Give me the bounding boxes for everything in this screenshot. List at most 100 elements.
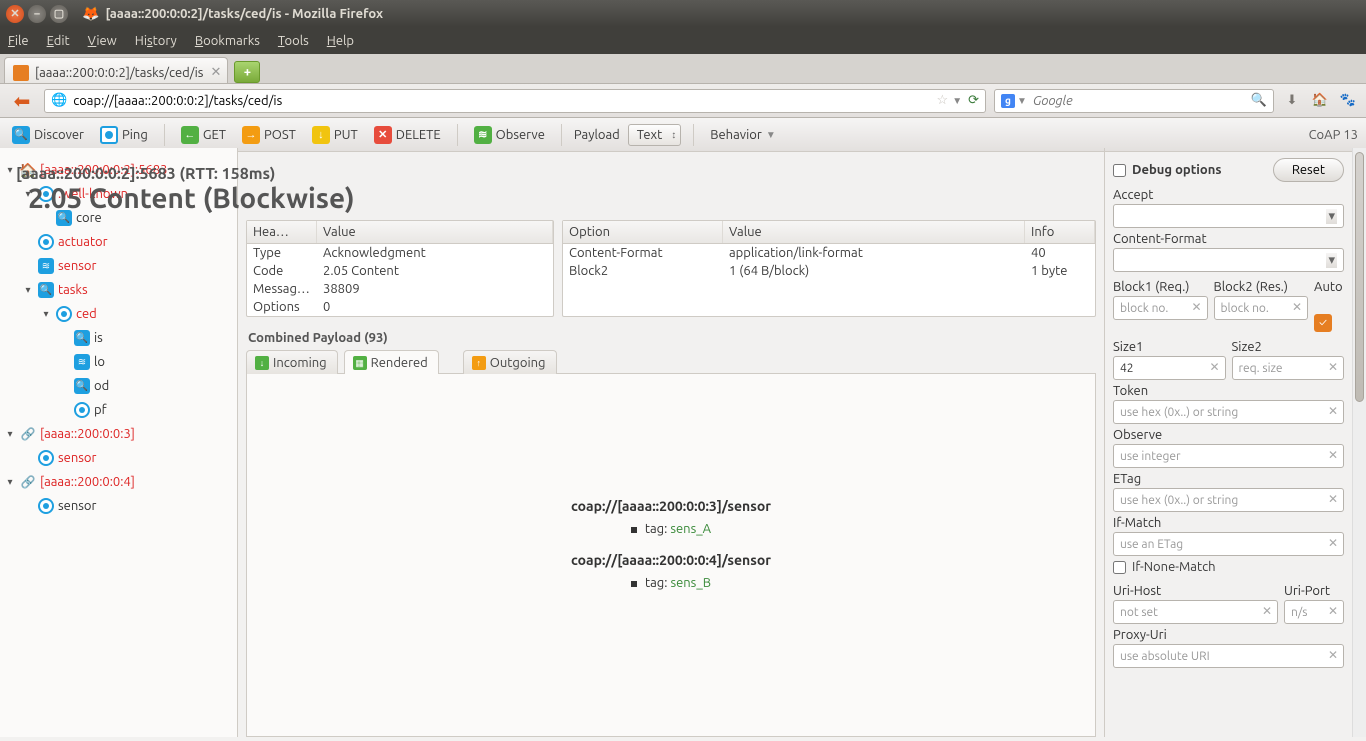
reset-button[interactable]: Reset bbox=[1273, 158, 1344, 182]
get-button[interactable]: ←GET bbox=[177, 124, 230, 146]
clear-icon[interactable]: ✕ bbox=[1209, 360, 1219, 374]
window-maximize-button[interactable]: ▢ bbox=[50, 5, 68, 23]
rss-icon: ≋ bbox=[74, 354, 90, 370]
menu-file[interactable]: File bbox=[8, 34, 29, 48]
tree-item[interactable]: ▾🔗[aaaa::200:0:0:3] bbox=[0, 422, 237, 446]
tree-item[interactable]: 🔍od bbox=[0, 374, 237, 398]
tab-favicon bbox=[13, 65, 29, 81]
th-value[interactable]: Value bbox=[317, 221, 553, 243]
search-icon[interactable]: 🔍 bbox=[1251, 93, 1267, 108]
url-dropdown-icon[interactable]: ▼ bbox=[952, 95, 962, 107]
payload-format-select[interactable]: Text bbox=[628, 124, 681, 146]
clear-icon[interactable]: ✕ bbox=[1191, 300, 1201, 314]
url-box[interactable]: 🌐 ☆ ▼ ⟳ bbox=[44, 89, 986, 113]
clear-icon[interactable]: ✕ bbox=[1328, 648, 1338, 662]
tree-item[interactable]: sensor bbox=[0, 494, 237, 518]
menu-history[interactable]: History bbox=[135, 34, 177, 48]
cell: 38809 bbox=[317, 280, 553, 298]
debug-options-checkbox[interactable] bbox=[1113, 164, 1126, 177]
search-box[interactable]: g ▼ 🔍 bbox=[994, 89, 1274, 113]
tree-item[interactable]: ≋sensor bbox=[0, 254, 237, 278]
ping-button[interactable]: Ping bbox=[96, 124, 152, 146]
menu-view[interactable]: View bbox=[88, 34, 117, 48]
clear-icon[interactable]: ✕ bbox=[1328, 448, 1338, 462]
th-info[interactable]: Info bbox=[1025, 221, 1095, 243]
rendered-icon: ▦ bbox=[353, 356, 367, 370]
back-button[interactable]: ⬅ bbox=[8, 87, 36, 115]
post-button[interactable]: →POST bbox=[238, 124, 300, 146]
tree-item[interactable]: pf bbox=[0, 398, 237, 422]
tab-close-icon[interactable]: ✕ bbox=[210, 65, 221, 80]
urihost-input[interactable] bbox=[1113, 600, 1278, 624]
payload-link[interactable]: coap://[aaaa::200:0:0:3]/sensor bbox=[571, 498, 771, 514]
menu-tools[interactable]: Tools bbox=[278, 34, 309, 48]
window-minimize-button[interactable]: – bbox=[28, 5, 46, 23]
th-header[interactable]: Hea… bbox=[247, 221, 317, 243]
twisty-icon[interactable]: ▾ bbox=[4, 476, 16, 488]
tree-item[interactable]: ▾🔗[aaaa::200:0:0:4] bbox=[0, 470, 237, 494]
search-engine-dropdown-icon[interactable]: ▼ bbox=[1017, 95, 1027, 107]
behavior-menu[interactable]: Behavior ▼ bbox=[706, 126, 779, 144]
ifnonematch-checkbox[interactable] bbox=[1113, 561, 1126, 574]
resource-tree[interactable]: ▾🏠[aaaa::200:0:0:2]:5683▾.well-known🔍cor… bbox=[0, 148, 238, 737]
twisty-icon[interactable]: ▾ bbox=[22, 284, 34, 296]
right-scrollbar[interactable] bbox=[1352, 148, 1366, 737]
th-option[interactable]: Option bbox=[563, 221, 723, 243]
clear-icon[interactable]: ✕ bbox=[1292, 300, 1302, 314]
ping-icon bbox=[100, 126, 118, 144]
clear-icon[interactable]: ✕ bbox=[1328, 360, 1338, 374]
browser-tab[interactable]: [aaaa::200:0:0:2]/tasks/ced/is ✕ bbox=[4, 57, 228, 83]
tree-item[interactable]: ▾🔍tasks bbox=[0, 278, 237, 302]
tree-item[interactable]: ≋lo bbox=[0, 350, 237, 374]
block2-label: Block2 (Res.) bbox=[1214, 280, 1309, 294]
menu-edit[interactable]: Edit bbox=[47, 34, 70, 48]
downloads-icon[interactable]: ⬇ bbox=[1282, 91, 1302, 111]
search-input[interactable] bbox=[1033, 94, 1251, 108]
menu-help[interactable]: Help bbox=[327, 34, 354, 48]
tree-label: od bbox=[94, 379, 109, 393]
urihost-label: Uri-Host bbox=[1113, 584, 1278, 598]
observe-input[interactable] bbox=[1113, 444, 1344, 468]
ifmatch-input[interactable] bbox=[1113, 532, 1344, 556]
tree-item[interactable]: 🔍is bbox=[0, 326, 237, 350]
home-icon[interactable]: 🏠 bbox=[1310, 91, 1330, 111]
window-close-button[interactable]: ✕ bbox=[6, 5, 24, 23]
observe-label: Observe bbox=[1113, 428, 1344, 442]
delete-button[interactable]: ✕DELETE bbox=[370, 124, 445, 146]
reload-icon[interactable]: ⟳ bbox=[968, 93, 979, 108]
observe-button[interactable]: ≋Observe bbox=[470, 124, 549, 146]
menubar: File Edit View History Bookmarks Tools H… bbox=[0, 27, 1366, 54]
etag-input[interactable] bbox=[1113, 488, 1344, 512]
tab-rendered[interactable]: ▦Rendered bbox=[344, 350, 439, 374]
headers-table: Hea… Value TypeAcknowledgmentCode2.05 Co… bbox=[246, 220, 554, 317]
url-input[interactable] bbox=[73, 94, 936, 108]
clear-icon[interactable]: ✕ bbox=[1328, 536, 1338, 550]
scrollbar-thumb[interactable] bbox=[1355, 152, 1364, 402]
clear-icon[interactable]: ✕ bbox=[1262, 604, 1272, 618]
clear-icon[interactable]: ✕ bbox=[1328, 492, 1338, 506]
th-value[interactable]: Value bbox=[723, 221, 1025, 243]
put-button[interactable]: ↓PUT bbox=[308, 124, 362, 146]
discover-button[interactable]: 🔍Discover bbox=[8, 124, 88, 146]
auto-checkbox[interactable]: ✓ bbox=[1314, 314, 1332, 332]
payload-link[interactable]: coap://[aaaa::200:0:0:4]/sensor bbox=[571, 552, 771, 568]
new-tab-button[interactable]: + bbox=[234, 61, 260, 83]
proxyuri-input[interactable] bbox=[1113, 644, 1344, 668]
clear-icon[interactable]: ✕ bbox=[1328, 404, 1338, 418]
clear-icon[interactable]: ✕ bbox=[1328, 604, 1338, 618]
tab-outgoing[interactable]: ↑Outgoing bbox=[463, 350, 557, 374]
token-input[interactable] bbox=[1113, 400, 1344, 424]
tree-item[interactable]: actuator bbox=[0, 230, 237, 254]
accept-select[interactable] bbox=[1113, 204, 1344, 228]
auto-label: Auto bbox=[1314, 280, 1344, 294]
addon-icon[interactable]: 🐾 bbox=[1338, 91, 1358, 111]
bookmark-star-icon[interactable]: ☆ bbox=[937, 93, 949, 108]
tree-item[interactable]: sensor bbox=[0, 446, 237, 470]
outgoing-icon: ↑ bbox=[472, 356, 486, 370]
twisty-icon[interactable]: ▾ bbox=[40, 308, 52, 320]
tree-item[interactable]: ▾ced bbox=[0, 302, 237, 326]
content-format-select[interactable] bbox=[1113, 248, 1344, 272]
menu-bookmarks[interactable]: Bookmarks bbox=[195, 34, 260, 48]
twisty-icon[interactable]: ▾ bbox=[4, 428, 16, 440]
tab-incoming[interactable]: ↓Incoming bbox=[246, 350, 338, 374]
